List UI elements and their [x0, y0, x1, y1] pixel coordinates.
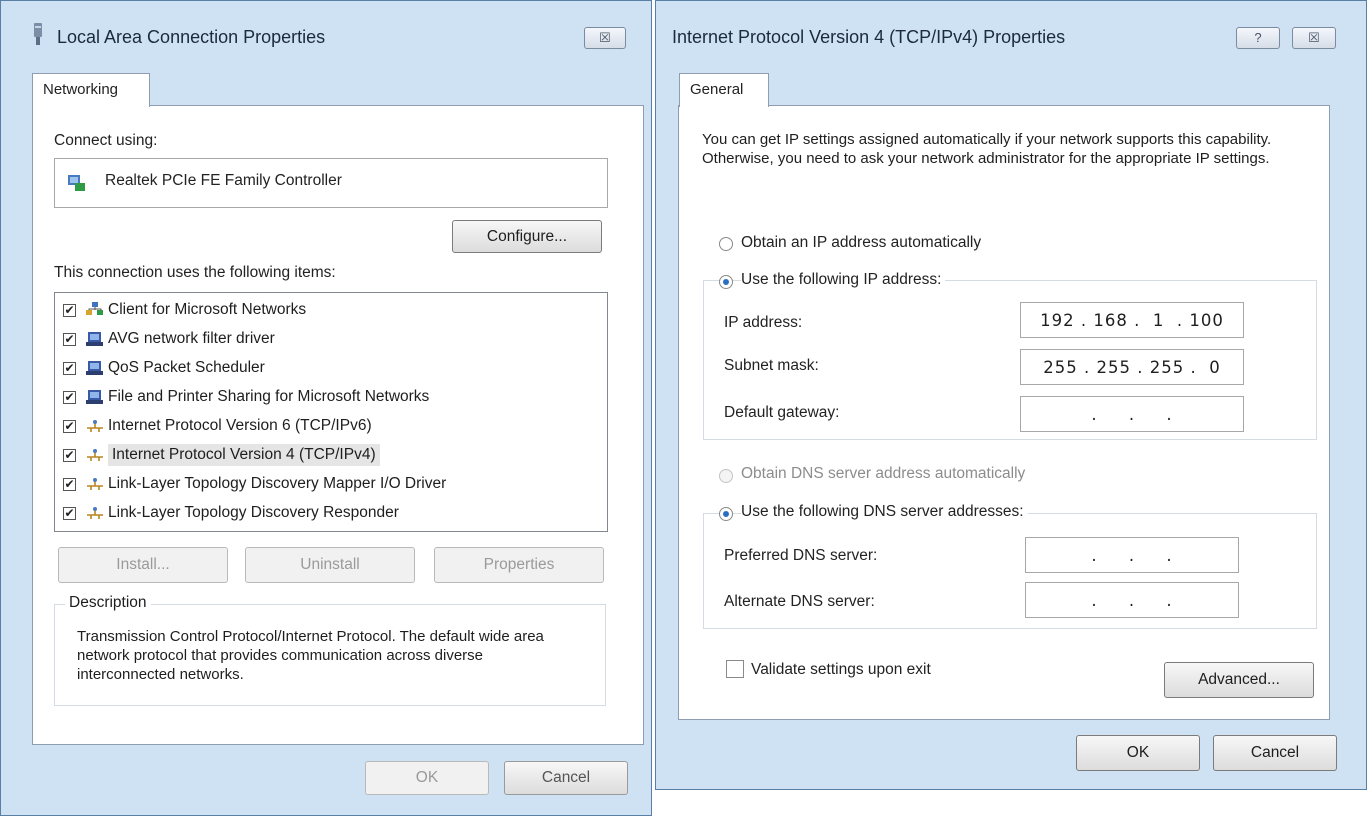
close-icon: ☒ [599, 30, 611, 45]
list-item[interactable]: ✔ Link-Layer Topology Discovery Mapper I/… [63, 471, 446, 497]
protocol-icon [86, 504, 108, 522]
network-client-icon [86, 301, 108, 319]
items-label: This connection uses the following items… [54, 264, 336, 281]
adapter-box: Realtek PCIe FE Family Controller [54, 158, 608, 208]
item-checkbox[interactable]: ✔ [63, 332, 76, 346]
alternate-dns-label: Alternate DNS server: [724, 593, 875, 610]
description-text: Transmission Control Protocol/Internet P… [77, 628, 544, 683]
validate-checkbox[interactable] [726, 660, 744, 678]
title-bar[interactable]: Local Area Connection Properties ☒ [1, 1, 651, 75]
tab-label: General [690, 81, 744, 98]
networking-panel: Connect using: Realtek PCIe FE Family Co… [32, 105, 644, 745]
item-label: File and Printer Sharing for Microsoft N… [108, 388, 430, 405]
adapter-icon [68, 175, 85, 191]
item-label: Internet Protocol Version 4 (TCP/IPv4) [108, 444, 380, 466]
network-service-icon [86, 330, 108, 348]
alternate-dns-field[interactable]: . . . [1025, 582, 1239, 618]
subnet-mask-field[interactable]: 255 . 255 . 255 . 0 [1020, 349, 1244, 385]
item-label: QoS Packet Scheduler [108, 359, 265, 376]
list-item[interactable]: ✔ QoS Packet Scheduler [63, 355, 265, 381]
advanced-button[interactable]: Advanced... [1164, 662, 1314, 698]
use-following-dns-label: Use the following DNS server addresses: [741, 503, 1028, 521]
help-icon: ? [1254, 30, 1262, 45]
description-title: Description [65, 594, 151, 612]
obtain-dns-auto-radio[interactable] [719, 469, 733, 483]
network-service-icon [86, 388, 108, 406]
intro-text: You can get IP settings assigned automat… [702, 131, 1272, 167]
use-following-dns-radio[interactable] [719, 507, 733, 521]
network-service-icon [86, 359, 108, 377]
cancel-button[interactable]: Cancel [1213, 735, 1337, 771]
configure-button[interactable]: Configure... [452, 220, 602, 253]
default-gateway-label: Default gateway: [724, 404, 840, 421]
uninstall-button[interactable]: Uninstall [245, 547, 415, 583]
install-button-label: Install... [116, 556, 170, 573]
ok-button[interactable]: OK [365, 761, 489, 795]
list-item[interactable]: ✔ Link-Layer Topology Discovery Responder [63, 500, 399, 526]
network-adapter-icon [34, 23, 42, 45]
ip-address-label: IP address: [724, 314, 803, 331]
local-area-connection-properties-dialog: Local Area Connection Properties ☒ Netwo… [0, 0, 652, 816]
default-gateway-field[interactable]: . . . [1020, 396, 1244, 432]
obtain-dns-auto-label: Obtain DNS server address automatically [741, 465, 1026, 482]
preferred-dns-field[interactable]: . . . [1025, 537, 1239, 573]
protocol-icon [86, 446, 108, 464]
connect-using-label: Connect using: [54, 132, 158, 149]
general-panel: You can get IP settings assigned automat… [678, 105, 1330, 720]
list-item[interactable]: ✔ Internet Protocol Version 4 (TCP/IPv4) [63, 442, 380, 468]
item-checkbox[interactable]: ✔ [63, 506, 76, 520]
properties-button-label: Properties [483, 556, 555, 573]
item-checkbox[interactable]: ✔ [63, 390, 76, 404]
close-icon: ☒ [1308, 30, 1320, 45]
ipv4-properties-dialog: Internet Protocol Version 4 (TCP/IPv4) P… [655, 0, 1367, 790]
item-checkbox[interactable]: ✔ [63, 448, 76, 462]
tab-label: Networking [43, 81, 119, 98]
adapter-name: Realtek PCIe FE Family Controller [105, 172, 342, 189]
dialog-title: Internet Protocol Version 4 (TCP/IPv4) P… [672, 27, 1066, 47]
ok-button-label: OK [415, 769, 439, 786]
item-label: Link-Layer Topology Discovery Responder [108, 504, 399, 521]
subnet-mask-label: Subnet mask: [724, 357, 819, 374]
uninstall-button-label: Uninstall [300, 556, 360, 573]
dialog-title: Local Area Connection Properties [57, 27, 326, 47]
item-label: Link-Layer Topology Discovery Mapper I/O… [108, 475, 447, 492]
advanced-button-label: Advanced... [1198, 671, 1280, 688]
install-button[interactable]: Install... [58, 547, 228, 583]
item-checkbox[interactable]: ✔ [63, 361, 76, 375]
close-button[interactable]: ☒ [584, 27, 626, 49]
cancel-button[interactable]: Cancel [504, 761, 628, 795]
item-label: AVG network filter driver [108, 330, 275, 347]
item-label: Internet Protocol Version 6 (TCP/IPv6) [108, 417, 372, 434]
configure-button-label: Configure... [486, 227, 568, 245]
item-checkbox[interactable]: ✔ [63, 477, 76, 491]
use-following-ip-label: Use the following IP address: [741, 271, 946, 289]
ok-button[interactable]: OK [1076, 735, 1200, 771]
tab-general[interactable]: General [679, 73, 769, 107]
ok-button-label: OK [1126, 744, 1150, 761]
protocol-icon [86, 417, 108, 435]
cancel-button-label: Cancel [541, 769, 591, 786]
item-checkbox[interactable]: ✔ [63, 419, 76, 433]
help-button[interactable]: ? [1236, 27, 1280, 49]
list-item[interactable]: ✔ AVG network filter driver [63, 326, 275, 352]
validate-label: Validate settings upon exit [751, 661, 931, 678]
obtain-ip-auto-label: Obtain an IP address automatically [741, 234, 982, 251]
list-item[interactable]: ✔ File and Printer Sharing for Microsoft … [63, 384, 429, 410]
list-item[interactable]: ✔ Client for Microsoft Networks [63, 297, 306, 323]
use-following-ip-radio[interactable] [719, 275, 733, 289]
item-label: Client for Microsoft Networks [108, 301, 307, 318]
description-group: Description Transmission Control Protoco… [54, 594, 606, 706]
close-button[interactable]: ☒ [1292, 27, 1336, 49]
title-bar[interactable]: Internet Protocol Version 4 (TCP/IPv4) P… [656, 1, 1366, 75]
protocol-icon [86, 475, 108, 493]
list-item[interactable]: ✔ Internet Protocol Version 6 (TCP/IPv6) [63, 413, 372, 439]
cancel-button-label: Cancel [1250, 744, 1300, 761]
properties-button[interactable]: Properties [434, 547, 604, 583]
tab-networking[interactable]: Networking [32, 73, 150, 107]
items-list[interactable]: ✔ Client for Microsoft Networks ✔ AVG netwo… [54, 292, 608, 532]
obtain-ip-auto-radio[interactable] [719, 237, 733, 251]
item-checkbox[interactable]: ✔ [63, 303, 76, 317]
preferred-dns-label: Preferred DNS server: [724, 547, 878, 564]
ip-address-field[interactable]: 192 . 168 . 1 . 100 [1020, 302, 1244, 338]
